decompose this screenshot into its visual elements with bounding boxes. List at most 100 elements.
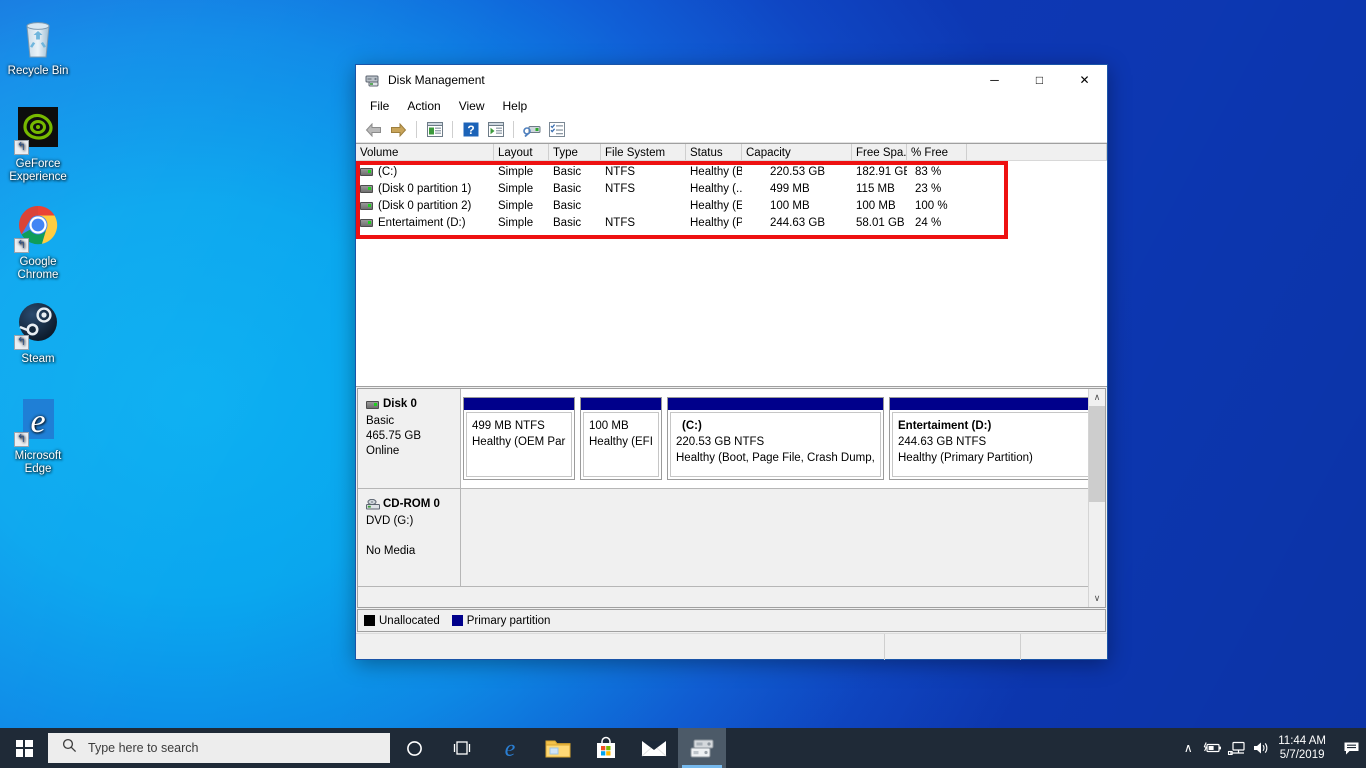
disk-status: Online [366, 445, 400, 457]
column-header-percent-free[interactable]: % Free [907, 144, 967, 160]
close-button[interactable]: ✕ [1062, 65, 1107, 95]
table-row[interactable]: (C:) Simple Basic NTFS Healthy (B... 220… [356, 163, 1107, 180]
scrollbar-track[interactable] [1088, 406, 1105, 590]
column-header-file-system[interactable]: File System [601, 144, 686, 160]
action-center-icon[interactable] [1336, 728, 1366, 768]
taskbar-file-explorer-icon[interactable] [534, 728, 582, 768]
disk-title: CD-ROM 0 [366, 497, 460, 512]
partition-size-fs: 244.63 GB NTFS [898, 436, 987, 448]
desktop-icon-microsoft-edge[interactable]: e ↰ Microsoft Edge [0, 399, 76, 476]
taskbar-clock[interactable]: 11:44 AM 5/7/2019 [1272, 734, 1336, 762]
taskbar-microsoft-store-icon[interactable] [582, 728, 630, 768]
desktop-icon-recycle-bin[interactable]: Recycle Bin [0, 14, 76, 78]
cell-capacity: 100 MB [770, 199, 810, 212]
cell-volume: (Disk 0 partition 1) [378, 182, 472, 195]
show-hide-console-tree-icon[interactable] [423, 119, 446, 141]
partition-color-bar [464, 398, 574, 410]
partition-c[interactable]: (C:) 220.53 GB NTFS Healthy (Boot, Page … [667, 397, 884, 480]
back-arrow-icon[interactable] [362, 119, 385, 141]
volume-list-body[interactable]: (C:) Simple Basic NTFS Healthy (B... 220… [356, 161, 1107, 231]
window-titlebar[interactable]: Disk Management ─ □ ✕ [356, 65, 1107, 95]
shortcut-arrow-icon: ↰ [14, 140, 29, 155]
column-header-capacity[interactable]: Capacity [742, 144, 852, 160]
taskbar-task-view-icon[interactable] [438, 728, 486, 768]
partition-name: Entertaiment (D:) [898, 420, 992, 432]
maximize-button[interactable]: □ [1017, 65, 1062, 95]
graphical-view-scrollbar[interactable]: ∧ ∨ [1088, 389, 1105, 607]
table-row[interactable]: (Disk 0 partition 1) Simple Basic NTFS H… [356, 180, 1107, 197]
show-hide-action-pane-icon[interactable] [484, 119, 507, 141]
taskbar[interactable]: Type here to search e ∧ 11:44 AM 5/7/201… [0, 728, 1366, 768]
graphical-disk-view[interactable]: Disk 0 Basic 465.75 GB Online 499 MB NTF… [357, 388, 1106, 608]
cell-file-system: NTFS [605, 165, 636, 178]
desktop[interactable]: Recycle Bin ↰ GeForce Experience ↰ Googl… [0, 0, 1366, 768]
cdrom-status: No Media [366, 545, 416, 557]
minimize-button[interactable]: ─ [972, 65, 1017, 95]
column-header-volume[interactable]: Volume [356, 144, 494, 160]
volume-list-header[interactable]: Volume Layout Type File System Status Ca… [356, 144, 1107, 161]
cell-percent-free: 100 % [915, 199, 948, 212]
partition-status: Healthy (OEM Par [472, 436, 566, 448]
partition-efi[interactable]: 100 MB Healthy (EFI [580, 397, 662, 480]
volume-list-panel[interactable]: Volume Layout Type File System Status Ca… [356, 143, 1107, 387]
taskbar-microsoft-edge-icon[interactable]: e [486, 728, 534, 768]
properties-icon[interactable] [545, 119, 568, 141]
column-header-layout[interactable]: Layout [494, 144, 549, 160]
scroll-up-arrow-icon[interactable]: ∧ [1089, 389, 1106, 406]
desktop-icon-label: GeForce Experience [9, 158, 67, 183]
disk-name: Disk 0 [383, 398, 417, 410]
disk-row-disk0[interactable]: Disk 0 Basic 465.75 GB Online 499 MB NTF… [358, 389, 1088, 489]
partition-d[interactable]: Entertaiment (D:) 244.63 GB NTFS Healthy… [889, 397, 1088, 480]
network-icon[interactable] [1224, 728, 1248, 768]
taskbar-disk-management-icon[interactable] [678, 728, 726, 768]
steam-icon: ↰ [14, 302, 62, 350]
desktop-icon-label: Google Chrome [17, 256, 59, 281]
desktop-icon-geforce-experience[interactable]: ↰ GeForce Experience [0, 107, 76, 184]
partition-oem[interactable]: 499 MB NTFS Healthy (OEM Par [463, 397, 575, 480]
disk-info-cdrom0[interactable]: CD-ROM 0 DVD (G:) No Media [358, 489, 461, 586]
graphical-disk-scroll-area[interactable]: Disk 0 Basic 465.75 GB Online 499 MB NTF… [358, 389, 1088, 607]
table-row[interactable]: (Disk 0 partition 2) Simple Basic Health… [356, 197, 1107, 214]
rescan-disks-icon[interactable] [520, 119, 543, 141]
disk0-partitions[interactable]: 499 MB NTFS Healthy (OEM Par 100 MB Heal… [461, 389, 1088, 488]
table-row[interactable]: Entertaiment (D:) Simple Basic NTFS Heal… [356, 214, 1107, 231]
column-header-status[interactable]: Status [686, 144, 742, 160]
desktop-icon-google-chrome[interactable]: ↰ Google Chrome [0, 205, 76, 282]
start-button[interactable] [0, 728, 48, 768]
menu-help[interactable]: Help [494, 96, 537, 116]
taskbar-cortana-icon[interactable] [390, 728, 438, 768]
window-menubar[interactable]: File Action View Help [356, 95, 1107, 117]
volume-drive-icon [360, 201, 373, 210]
system-tray[interactable]: ∧ 11:44 AM 5/7/2019 [1176, 728, 1366, 768]
disk-row-cdrom0[interactable]: CD-ROM 0 DVD (G:) No Media [358, 489, 1088, 587]
forward-arrow-icon[interactable] [387, 119, 410, 141]
search-input[interactable]: Type here to search [48, 733, 390, 763]
help-icon[interactable]: ? [459, 119, 482, 141]
volume-drive-icon [360, 218, 373, 227]
disk-info-disk0[interactable]: Disk 0 Basic 465.75 GB Online [358, 389, 461, 488]
menu-file[interactable]: File [361, 96, 398, 116]
scrollbar-thumb[interactable] [1088, 406, 1105, 502]
disk-title: Disk 0 [366, 397, 460, 412]
column-header-type[interactable]: Type [549, 144, 601, 160]
cell-status: Healthy (B... [690, 165, 742, 178]
partition-size-fs: 499 MB NTFS [472, 420, 545, 432]
clock-date: 5/7/2019 [1279, 749, 1325, 761]
recycle-bin-icon [14, 14, 62, 62]
cdrom-icon [366, 498, 380, 510]
volume-icon[interactable] [1248, 728, 1272, 768]
cell-volume: (C:) [378, 165, 398, 178]
scroll-down-arrow-icon[interactable]: ∨ [1089, 590, 1106, 607]
desktop-icon-steam[interactable]: ↰ Steam [0, 302, 76, 366]
tray-chevron-up-icon[interactable]: ∧ [1176, 728, 1200, 768]
window-toolbar[interactable]: ? [356, 117, 1107, 143]
taskbar-mail-icon[interactable] [630, 728, 678, 768]
menu-action[interactable]: Action [398, 96, 449, 116]
menu-view[interactable]: View [450, 96, 494, 116]
window-controls[interactable]: ─ □ ✕ [972, 65, 1107, 95]
clock-time: 11:44 AM [1278, 735, 1326, 747]
disk-management-window[interactable]: Disk Management ─ □ ✕ File Action View H… [355, 64, 1108, 660]
partition-color-bar [581, 398, 661, 410]
battery-icon[interactable] [1200, 728, 1224, 768]
column-header-free-space[interactable]: Free Spa... [852, 144, 907, 160]
